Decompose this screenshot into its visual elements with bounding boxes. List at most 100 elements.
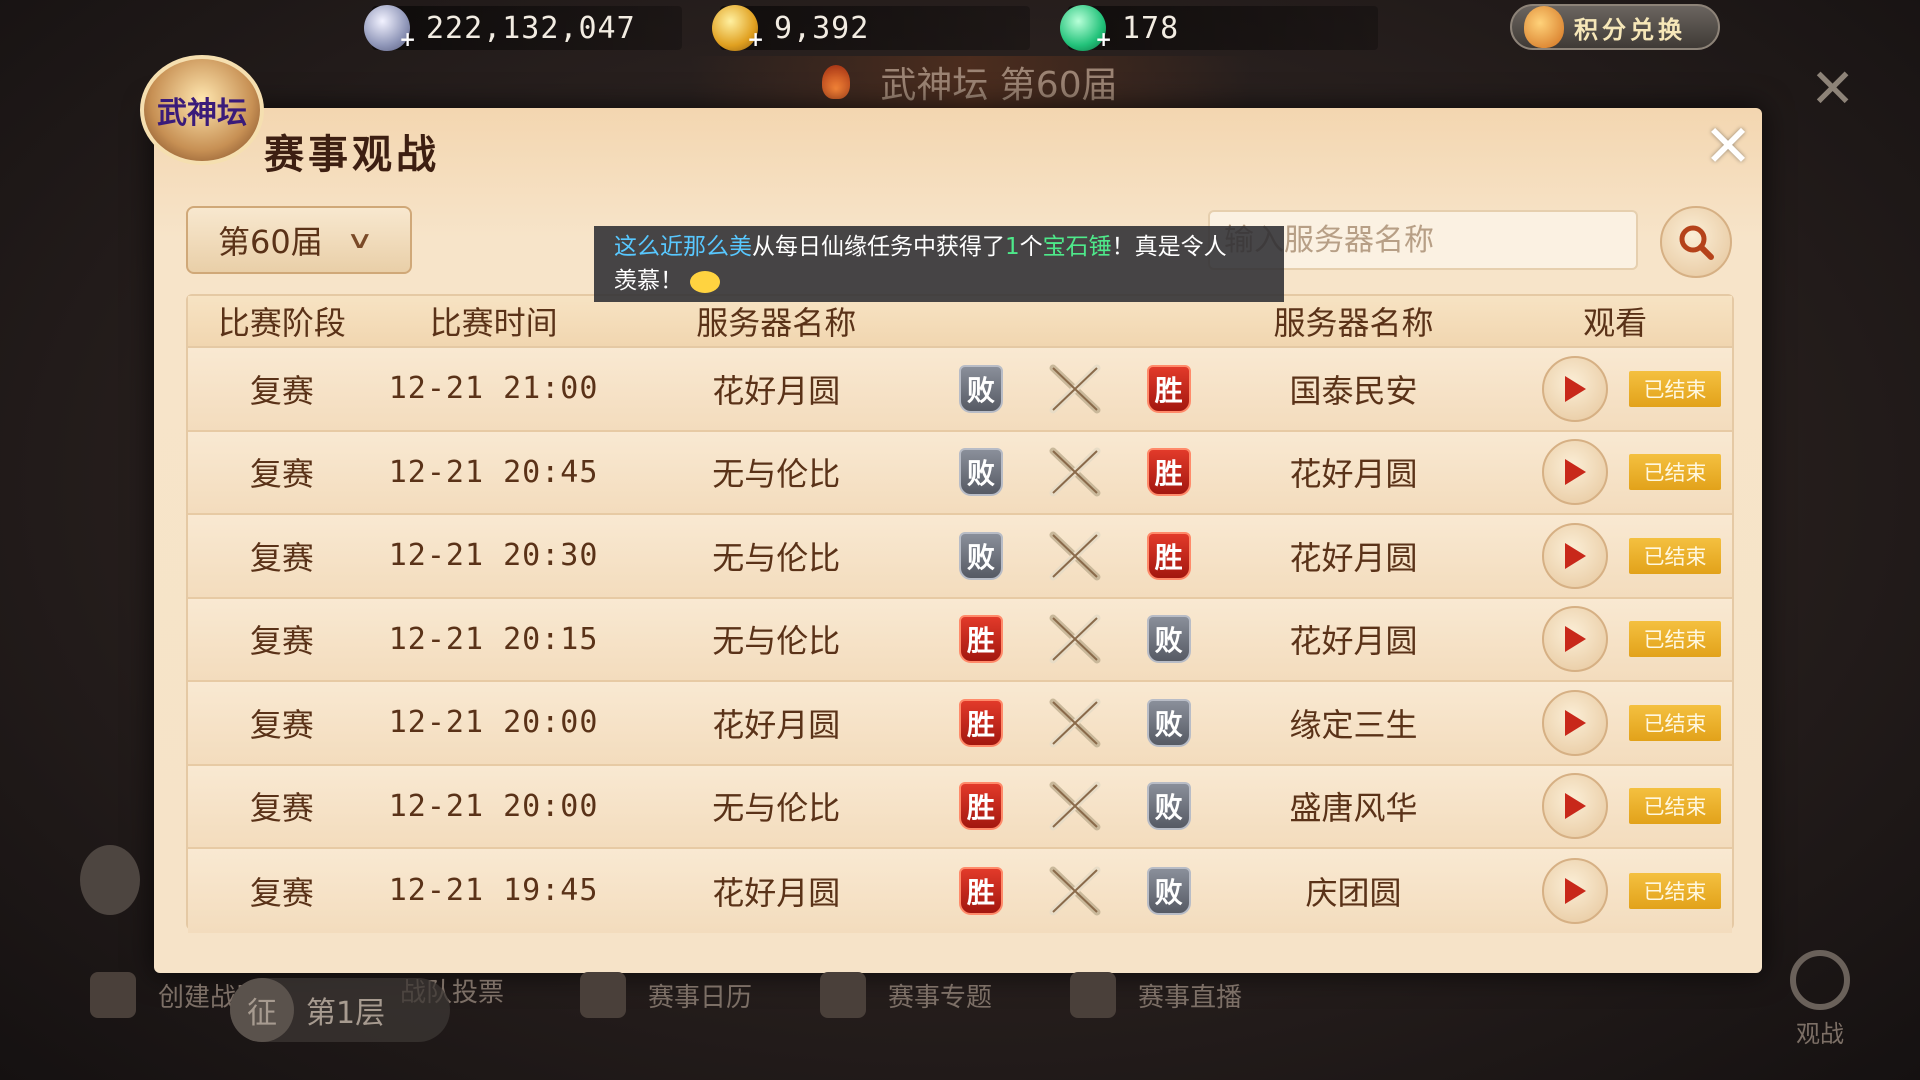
result2-badge: 败 [1146, 866, 1191, 915]
close-icon[interactable]: ✕ [1700, 117, 1756, 175]
match-time: 12-21 20:15 [388, 621, 599, 657]
crossed-swords-icon [1049, 531, 1101, 581]
result1-badge: 胜 [958, 615, 1003, 664]
header-stage: 比赛阶段 [217, 304, 346, 342]
watch-button[interactable]: 观战 [1790, 950, 1850, 1049]
match-stage: 复赛 [249, 455, 314, 494]
result2-badge: 胜 [1146, 364, 1191, 413]
server2-name: 缘定三生 [1289, 705, 1418, 744]
season-dropdown[interactable]: 第60届 ∨ [186, 206, 412, 274]
floor-label: 第1层 [306, 996, 386, 1031]
jade-icon[interactable]: + [1060, 5, 1112, 51]
server2-name: 国泰民安 [1289, 371, 1418, 410]
points-exchange-button[interactable]: 积分兑换 [1510, 4, 1720, 50]
topic-button[interactable]: 赛事专题 [820, 972, 992, 1018]
scroll-icon [820, 972, 866, 1018]
ended-status-badge: 已结束 [1629, 704, 1722, 741]
ended-status-badge: 已结束 [1629, 454, 1722, 491]
play-button[interactable] [1542, 773, 1609, 840]
result1-badge: 败 [958, 364, 1003, 413]
header-server2: 服务器名称 [1273, 304, 1434, 342]
gold-currency: + 9,392 [712, 5, 1030, 51]
match-stage: 复赛 [249, 538, 314, 577]
search-button[interactable] [1660, 206, 1732, 278]
panel-title: 赛事观战 [264, 131, 440, 178]
server2-name: 花好月圆 [1289, 622, 1418, 661]
ended-status-badge: 已结束 [1629, 788, 1722, 825]
play-button[interactable] [1542, 439, 1609, 506]
watch-icon [1790, 950, 1850, 1010]
play-button[interactable] [1542, 522, 1609, 589]
result1-badge: 胜 [958, 866, 1003, 915]
server1-name: 无与伦比 [712, 455, 841, 494]
flame-icon [822, 65, 851, 99]
result2-badge: 败 [1146, 615, 1191, 664]
calendar-button[interactable]: 赛事日历 [580, 972, 752, 1018]
topic-label: 赛事专题 [888, 982, 993, 1013]
table-row: 复赛 12-21 20:45 无与伦比 败 胜 花好月圆 已结束 [188, 431, 1732, 515]
match-time: 12-21 21:00 [388, 371, 599, 407]
server2-name: 庆团圆 [1305, 873, 1402, 912]
floor-indicator[interactable]: 征 第1层 [230, 978, 450, 1042]
ended-status-badge: 已结束 [1629, 537, 1722, 574]
table-row: 复赛 12-21 20:30 无与伦比 败 胜 花好月圆 已结束 [188, 515, 1732, 599]
match-time: 12-21 20:45 [388, 454, 599, 490]
silver-coin-icon[interactable]: + [364, 5, 416, 51]
result2-badge: 胜 [1146, 448, 1191, 497]
server2-name: 花好月圆 [1289, 538, 1418, 577]
table-row: 复赛 12-21 20:00 无与伦比 胜 败 盛唐风华 已结束 [188, 765, 1732, 849]
result2-badge: 胜 [1146, 531, 1191, 580]
play-icon [1565, 709, 1587, 736]
watch-label: 观战 [1796, 1020, 1844, 1048]
silver-amount: 222,132,047 [426, 10, 636, 46]
table-header: 比赛阶段 比赛时间 服务器名称 服务器名称 观看 [188, 296, 1732, 348]
header-watch: 观看 [1583, 304, 1648, 342]
header-time: 比赛时间 [429, 304, 558, 342]
play-button[interactable] [1542, 606, 1609, 673]
ended-status-badge: 已结束 [1629, 872, 1722, 909]
background-title-text: 武神坛 第60届 [880, 65, 1118, 106]
crossed-swords-icon [1049, 866, 1101, 916]
season-selected: 第60届 [218, 223, 323, 261]
play-button[interactable] [1542, 689, 1609, 756]
runner-icon [90, 972, 136, 1018]
background-close-icon[interactable]: ✕ [1810, 62, 1855, 116]
play-icon [1565, 877, 1587, 904]
match-time: 12-21 20:30 [388, 538, 599, 574]
match-stage: 复赛 [249, 873, 314, 912]
table-row: 复赛 12-21 19:45 花好月圆 胜 败 庆团圆 已结束 [188, 849, 1732, 933]
server2-name: 花好月圆 [1289, 455, 1418, 494]
play-icon [1565, 626, 1587, 653]
character-icon [80, 845, 140, 915]
match-table: 比赛阶段 比赛时间 服务器名称 服务器名称 观看 复赛 12-21 21:00 … [186, 294, 1734, 933]
broadcast-icon [1070, 972, 1116, 1018]
match-time: 12-21 20:00 [388, 788, 599, 824]
floor-badge: 征 [230, 978, 294, 1042]
result2-badge: 败 [1146, 698, 1191, 747]
result1-badge: 胜 [958, 782, 1003, 831]
play-button[interactable] [1542, 857, 1609, 924]
silver-currency: + 222,132,047 [364, 5, 682, 51]
table-row: 复赛 12-21 21:00 花好月圆 败 胜 国泰民安 已结束 [188, 348, 1732, 432]
match-time: 12-21 20:00 [388, 705, 599, 741]
play-icon [1565, 542, 1587, 569]
play-icon [1565, 375, 1587, 402]
notice-count: 1 [1005, 234, 1020, 260]
calendar-label: 赛事日历 [648, 982, 753, 1013]
notice-player: 这么近那么美 [614, 234, 752, 260]
gold-coin-icon[interactable]: + [712, 5, 764, 51]
wushentan-logo: 武神坛 [140, 55, 264, 165]
server2-name: 盛唐风华 [1289, 789, 1418, 828]
server1-name: 花好月圆 [712, 705, 841, 744]
background-title: 武神坛 第60届 [690, 56, 1250, 108]
play-button[interactable] [1542, 355, 1609, 422]
crossed-swords-icon [1049, 364, 1101, 414]
server1-name: 无与伦比 [712, 622, 841, 661]
crossed-swords-icon [1049, 614, 1101, 664]
live-button[interactable]: 赛事直播 [1070, 972, 1242, 1018]
jade-amount: 178 [1122, 10, 1180, 46]
notice-text3: ！真是令人 [1111, 234, 1227, 260]
crossed-swords-icon [1049, 781, 1101, 831]
system-notice: 这么近那么美从每日仙缘任务中获得了1个宝石锤！真是令人 羡慕！ [594, 226, 1284, 302]
notice-text4: 羡慕！ [614, 268, 683, 294]
